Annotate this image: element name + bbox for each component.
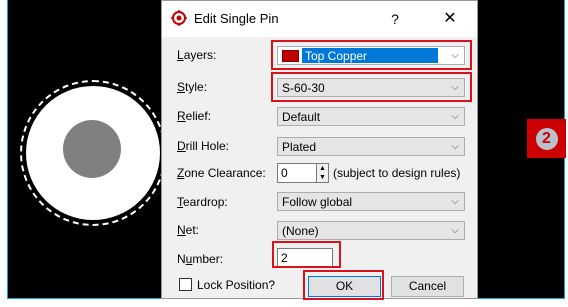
layers-highlight — [271, 40, 472, 70]
teardrop-dropdown[interactable]: Follow global ⌵ — [277, 192, 465, 211]
cancel-button[interactable]: Cancel — [391, 276, 464, 297]
zone-clearance-label: Zone Clearance: — [177, 166, 266, 180]
teardrop-value: Follow global — [282, 195, 353, 209]
pad-drill-hole — [63, 120, 121, 178]
zone-clearance-input[interactable]: 0 — [277, 163, 317, 183]
layers-label: Layers: — [177, 48, 217, 62]
number-highlight — [272, 241, 341, 268]
zone-clearance-note: (subject to design rules) — [333, 166, 461, 180]
close-button[interactable]: ✕ — [435, 6, 465, 32]
dialog-title: Edit Single Pin — [194, 11, 279, 26]
chevron-down-icon: ⌵ — [451, 111, 459, 122]
zone-clearance-spinner[interactable]: ▲ ▼ — [316, 163, 329, 183]
chevron-down-icon: ⌵ — [451, 141, 459, 152]
style-label: Style: — [177, 80, 208, 94]
number-label: Number: — [177, 252, 224, 266]
chevron-down-icon: ⌵ — [451, 225, 459, 236]
ok-highlight — [303, 270, 384, 300]
lock-position-checkbox[interactable] — [179, 278, 192, 291]
step-badge: 2 — [527, 119, 566, 158]
relief-label: Relief: — [177, 109, 212, 123]
title-bar: Edit Single Pin ? ✕ — [162, 1, 477, 37]
pin-icon — [171, 10, 187, 26]
drill-hole-dropdown[interactable]: Plated ⌵ — [277, 137, 465, 156]
drill-hole-value: Plated — [282, 140, 317, 154]
style-highlight — [271, 72, 472, 102]
relief-dropdown[interactable]: Default ⌵ — [277, 107, 465, 126]
lock-position-label: Lock Position? — [197, 278, 276, 292]
step-number: 2 — [535, 127, 558, 150]
relief-value: Default — [282, 110, 321, 124]
teardrop-label: Teardrop: — [177, 195, 228, 209]
chevron-down-icon: ⌵ — [451, 196, 459, 207]
drill-hole-label: Drill Hole: — [177, 139, 230, 153]
zone-clearance-value: 0 — [281, 166, 288, 180]
net-value: (None) — [282, 224, 319, 238]
net-label: Net: — [177, 223, 200, 237]
help-button[interactable]: ? — [380, 6, 410, 32]
net-dropdown[interactable]: (None) ⌵ — [277, 221, 465, 240]
edit-single-pin-dialog: Edit Single Pin ? ✕ Layers: Top Copper ⌵… — [161, 0, 478, 300]
